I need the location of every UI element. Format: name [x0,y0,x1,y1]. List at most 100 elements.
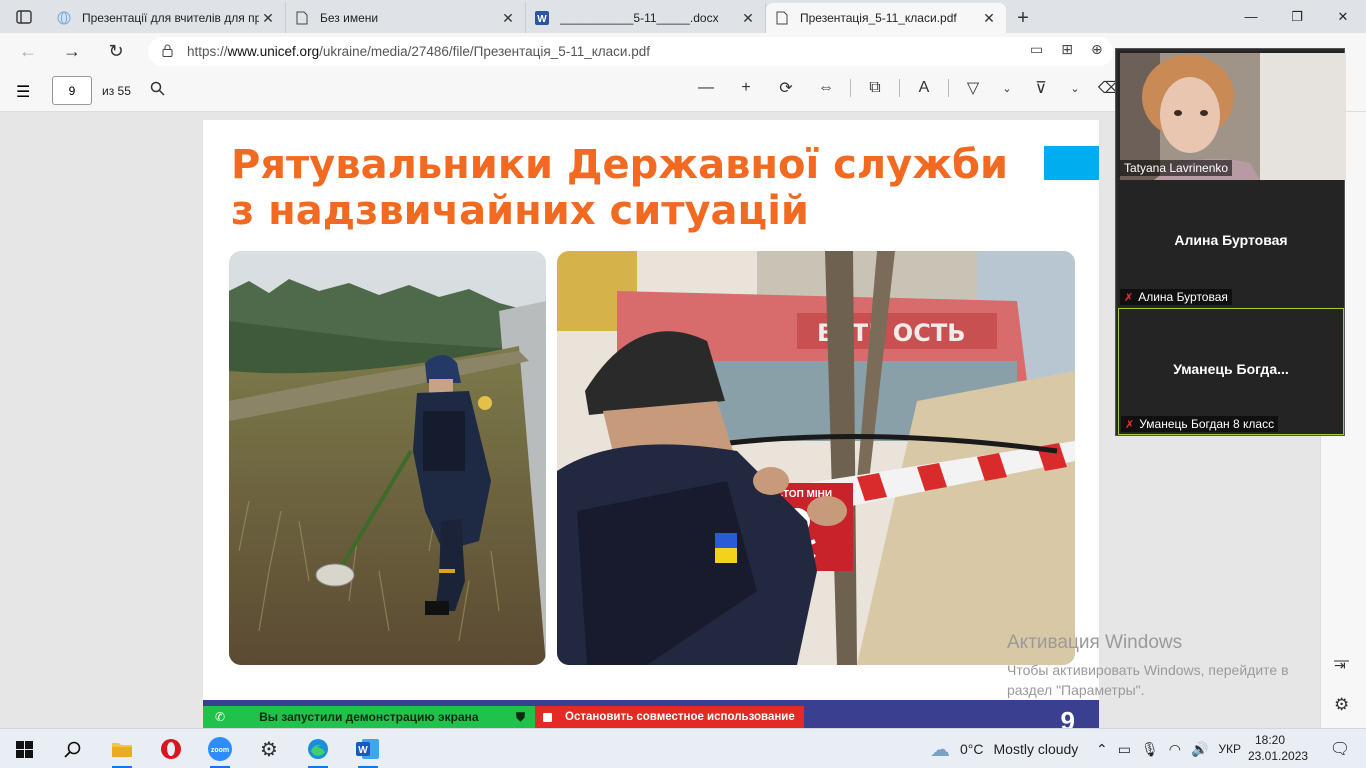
rotate-icon[interactable]: ⟳ [766,78,806,98]
participant-tile[interactable]: Алина Буртовая ✗ Алина Буртовая [1118,180,1344,307]
notifications-button[interactable]: 🗨 [1322,735,1358,763]
participant-tile-active[interactable]: Уманець Богда... ✗ Уманець Богдан 8 класс [1118,308,1344,435]
taskbar-word[interactable]: W [350,735,386,768]
watermark-line-3: раздел "Параметры". [1007,682,1145,698]
stop-share-button[interactable]: Остановить совместное использование [535,706,804,728]
microphone-icon[interactable]: 🎙 [1141,741,1159,758]
split-screen-icon[interactable]: ⇥ [1334,657,1346,674]
battery-icon[interactable]: ▭ [1118,741,1131,758]
url-prefix: https:// [187,44,228,59]
chevron-down-icon[interactable]: ⌄ [1061,82,1089,95]
wifi-icon[interactable]: ◠ [1169,741,1181,758]
input-language[interactable]: УКР [1218,742,1241,756]
microphone-muted-icon: ✗ [1125,418,1135,431]
participant-name: Уманець Богда... [1173,361,1289,377]
tab-title: Презентації для вчителів для пр [82,11,259,25]
refresh-button[interactable]: ↻ [96,33,136,70]
gear-icon[interactable]: ⚙ [1334,695,1349,715]
zoom-in-icon[interactable]: + [726,79,766,97]
search-icon[interactable] [150,81,165,100]
close-tab-icon[interactable]: ✕ [259,10,277,27]
chevron-down-icon[interactable]: ⌄ [993,82,1021,95]
taskbar-file-explorer[interactable] [104,735,140,768]
weather-cloudy-icon: ☁ [930,738,950,761]
draw-icon[interactable]: ▽ [953,78,993,98]
app-available-icon[interactable]: ▭ [1030,41,1043,58]
opera-icon [161,739,181,759]
maximize-icon[interactable]: ❐ [1274,0,1320,33]
taskbar-clock[interactable]: 18:20 23.01.2023 [1248,732,1309,764]
clock-time: 18:20 [1254,733,1286,747]
document-icon [774,10,790,26]
chevron-up-icon[interactable]: ⌃ [1096,741,1108,758]
page-number-input[interactable]: 9 [52,76,92,105]
window-controls: — ❐ ✕ [1228,0,1366,33]
notification-icon: 🗨 [1329,741,1351,758]
url-action-icons: ▭ ⊞ ⊕ [1030,41,1103,58]
url-field[interactable]: https://www.unicef.org/ukraine/media/274… [148,37,1113,66]
close-tab-icon[interactable]: ✕ [499,10,517,27]
tab-pdf-active[interactable]: Презентація_5-11_класи.pdf ✕ [766,3,1006,33]
extensions-icon[interactable]: ⊞ [1061,41,1073,58]
arrow-right-icon: → [63,41,81,61]
tab-actions-icon [16,9,32,24]
zoom-participants-panel[interactable]: Tatyana Lavrinenko Алина Буртовая ✗ Алина… [1115,48,1346,436]
page-total: из 55 [102,84,131,98]
accent-bar [1044,146,1099,180]
document-icon [294,10,310,26]
taskbar-zoom[interactable]: zoom [202,735,238,768]
system-tray: ⌃ ▭ 🎙 ◠ 🔊 УКР [1096,729,1241,768]
page-view-icon[interactable]: ⧉ [855,79,895,97]
highlight-icon[interactable]: ⊽ [1021,78,1061,98]
shield-icon: ⛊ [515,709,525,724]
slide-title-line-2: з надзвичайних ситуацій [231,188,809,234]
start-button[interactable] [6,735,42,763]
toolbar-divider [899,79,900,97]
taskbar-edge[interactable] [300,735,336,768]
fit-width-icon[interactable]: ⇔ [806,79,846,97]
photo-deminer-field [229,251,546,665]
close-window-icon[interactable]: ✕ [1320,0,1366,33]
word-icon: W [534,10,550,26]
zoom-out-icon[interactable]: — [686,79,726,97]
tab-actions-button[interactable] [0,0,48,33]
watermark-line-2: Чтобы активировать Windows, перейдите в [1007,662,1289,678]
new-tab-button[interactable]: + [1006,3,1040,33]
participant-tile-video[interactable]: Tatyana Lavrinenko [1118,51,1346,180]
screenshare-banner[interactable]: ✆ Вы запустили демонстрацию экрана ⛊ [203,706,535,728]
weather-temperature: 0°C [960,741,984,757]
pdf-page: Рятувальники Державної служби з надзвича… [203,120,1099,728]
close-tab-icon[interactable]: ✕ [739,10,757,27]
taskbar-opera[interactable] [153,735,189,763]
tab-docx[interactable]: W ___________5-11_____.docx ✕ [526,3,766,33]
stop-share-label: Остановить совместное использование [565,711,795,723]
tab-untitled[interactable]: Без имени ✕ [286,3,526,33]
toolbar-divider [948,79,949,97]
read-aloud-icon[interactable]: A [904,79,944,97]
refresh-icon: ↻ [108,41,124,61]
minimize-icon[interactable]: — [1228,0,1274,33]
url-host: www.unicef.org [227,44,320,59]
zoom-icon[interactable]: ⊕ [1091,41,1103,58]
participant-label: ✗ Алина Буртовая [1120,289,1232,305]
windows-activation-watermark: Активация Windows Чтобы активировать Win… [1007,632,1289,700]
table-of-contents-icon[interactable]: ☰ [16,82,30,102]
taskbar-settings[interactable]: ⚙ [251,735,287,763]
close-tab-icon[interactable]: ✕ [980,10,998,27]
tab-teacher-presentations[interactable]: Презентації для вчителів для пр ✕ [48,3,286,33]
clock-date: 23.01.2023 [1248,749,1309,763]
forward-button[interactable]: → [52,33,92,70]
photo-deminer-mine-sign: ВЕТЕ ОСТЬ СТОП МІНИ [557,251,1075,665]
search-button[interactable] [54,735,90,763]
gear-icon: ⚙ [260,738,278,761]
microphone-muted-icon: ✗ [1124,291,1134,304]
weather-widget[interactable]: ☁ 0°C Mostly cloudy [930,729,1078,768]
volume-icon[interactable]: 🔊 [1191,741,1208,758]
participant-label-text: Уманець Богдан 8 класс [1139,417,1275,431]
screenshare-label: Вы запустили демонстрацию экрана [259,710,479,724]
watermark-title: Активация Windows [1007,632,1183,653]
back-button[interactable]: ← [8,33,48,70]
zoom-app-icon: zoom [208,737,232,761]
svg-text:W: W [358,745,368,756]
url-path: /ukraine/media/27486/file/Презентація_5-… [319,44,650,59]
